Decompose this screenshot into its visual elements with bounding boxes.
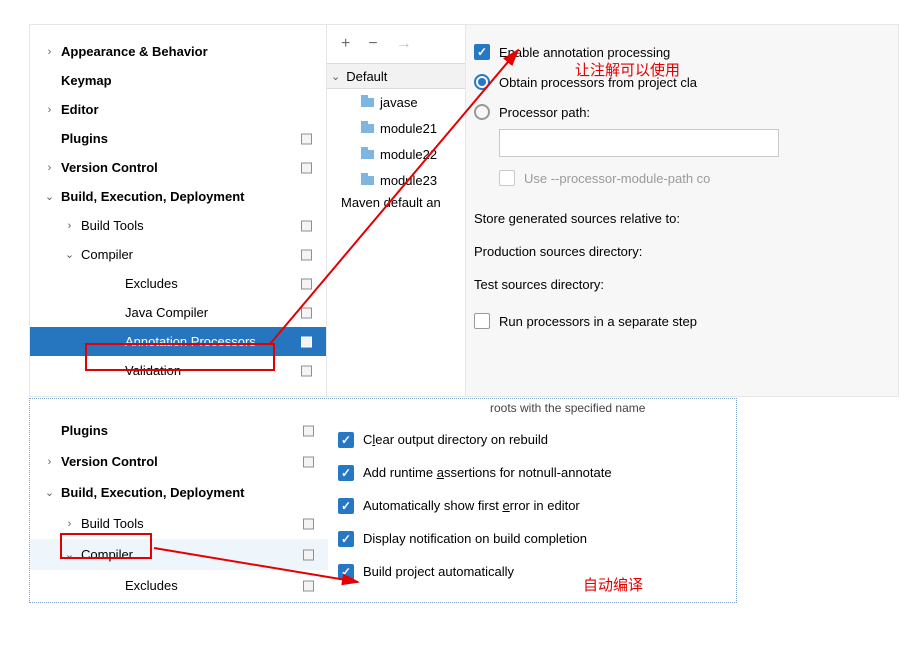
compiler-settings: roots with the specified name Clear outp… xyxy=(328,399,736,602)
use-processor-module-path-checkbox[interactable] xyxy=(499,170,515,186)
test-sources-dir-label: Test sources directory: xyxy=(474,277,898,292)
tree-editor[interactable]: › Editor xyxy=(30,95,326,124)
chevron-down-icon: ⌄ xyxy=(64,548,75,561)
module-toolbar: + − → xyxy=(327,25,465,63)
context-hint: roots with the specified name xyxy=(330,401,736,423)
tree-excludes[interactable]: Excludes xyxy=(30,269,326,298)
run-processors-separate-row: Run processors in a separate step xyxy=(474,306,898,336)
add-runtime-assertions-row: Add runtime assertions for notnull-annot… xyxy=(330,456,736,489)
module-item[interactable]: module21 xyxy=(327,115,465,141)
tree-compiler[interactable]: ⌄ Compiler xyxy=(30,240,326,269)
chevron-down-icon: ⌄ xyxy=(44,486,55,499)
tree-compiler[interactable]: ⌄ Compiler xyxy=(30,539,328,570)
folder-icon xyxy=(361,150,374,159)
obtain-processors-classpath-radio[interactable] xyxy=(474,74,490,90)
settings-panel-bottom: Plugins › Version Control ⌄ Build, Execu… xyxy=(29,398,737,603)
enable-annotation-processing-row: Enable annotation processing xyxy=(474,37,898,67)
clear-output-label: Clear output directory on rebuild xyxy=(363,432,548,447)
add-icon[interactable]: + xyxy=(341,36,350,52)
add-runtime-assertions-label: Add runtime assertions for notnull-annot… xyxy=(363,465,612,480)
project-level-icon xyxy=(301,278,312,289)
processor-path-radio[interactable] xyxy=(474,104,490,120)
tree-version-control[interactable]: › Version Control xyxy=(30,153,326,182)
folder-icon xyxy=(361,98,374,107)
module-group-maven[interactable]: Maven default an xyxy=(327,195,465,210)
module-list: ⌄ Default javase module21 module22 xyxy=(327,63,465,210)
chevron-right-icon: › xyxy=(64,220,75,232)
enable-annotation-processing-label: Enable annotation processing xyxy=(499,45,670,60)
settings-panel-top: › Appearance & Behavior Keymap › Editor … xyxy=(29,24,899,397)
settings-tree-top: › Appearance & Behavior Keymap › Editor … xyxy=(30,25,326,396)
tree-build-tools[interactable]: › Build Tools xyxy=(30,508,328,539)
run-processors-separate-checkbox[interactable] xyxy=(474,313,490,329)
auto-show-error-checkbox[interactable] xyxy=(338,498,354,514)
tree-plugins[interactable]: Plugins xyxy=(30,415,328,446)
module-item[interactable]: javase xyxy=(327,89,465,115)
tree-excludes[interactable]: Excludes xyxy=(30,570,328,601)
tree-build-execution-deployment[interactable]: ⌄ Build, Execution, Deployment xyxy=(30,477,328,508)
tree-keymap[interactable]: Keymap xyxy=(30,66,326,95)
auto-show-error-row: Automatically show first error in editor xyxy=(330,489,736,522)
chevron-down-icon: ⌄ xyxy=(331,70,340,83)
tree-validation[interactable]: Validation xyxy=(30,356,326,385)
module-item[interactable]: module22 xyxy=(327,141,465,167)
obtain-processors-classpath-row: Obtain processors from project cla xyxy=(474,67,898,97)
display-notification-label: Display notification on build completion xyxy=(363,531,587,546)
settings-tree-bottom: Plugins › Version Control ⌄ Build, Execu… xyxy=(30,399,328,602)
clear-output-row: Clear output directory on rebuild xyxy=(330,423,736,456)
tree-plugins[interactable]: Plugins xyxy=(30,124,326,153)
clear-output-checkbox[interactable] xyxy=(338,432,354,448)
tree-java-compiler[interactable]: Java Compiler xyxy=(30,298,326,327)
build-automatically-row: Build project automatically xyxy=(330,555,736,588)
use-processor-module-path-row: Use --processor-module-path co xyxy=(499,163,898,193)
auto-show-error-label: Automatically show first error in editor xyxy=(363,498,580,513)
project-level-icon xyxy=(303,456,314,467)
chevron-right-icon: › xyxy=(44,162,55,174)
project-level-icon xyxy=(303,580,314,591)
build-automatically-label: Build project automatically xyxy=(363,564,514,579)
annotation-text-autobuild: 自动编译 xyxy=(583,574,643,595)
project-level-icon xyxy=(301,133,312,144)
module-group-default[interactable]: ⌄ Default xyxy=(327,63,465,89)
display-notification-row: Display notification on build completion xyxy=(330,522,736,555)
module-item[interactable]: module23 xyxy=(327,167,465,193)
tree-appearance-behavior[interactable]: › Appearance & Behavior xyxy=(30,37,326,66)
display-notification-checkbox[interactable] xyxy=(338,531,354,547)
annotation-text-enable: 让注解可以使用 xyxy=(575,59,680,80)
project-level-icon xyxy=(301,307,312,318)
project-level-icon xyxy=(303,549,314,560)
add-runtime-assertions-checkbox[interactable] xyxy=(338,465,354,481)
project-level-icon xyxy=(303,518,314,529)
chevron-down-icon: ⌄ xyxy=(44,190,55,203)
store-sources-label: Store generated sources relative to: xyxy=(474,211,898,226)
annotation-processor-settings: Enable annotation processing Obtain proc… xyxy=(466,25,898,396)
project-level-icon xyxy=(303,425,314,436)
folder-icon xyxy=(361,124,374,133)
chevron-right-icon: › xyxy=(44,104,55,116)
processor-path-row: Processor path: xyxy=(474,97,898,127)
project-level-icon xyxy=(301,249,312,260)
remove-icon[interactable]: − xyxy=(368,36,377,52)
tree-build-tools[interactable]: › Build Tools xyxy=(30,211,326,240)
chevron-right-icon: › xyxy=(64,518,75,530)
tree-version-control[interactable]: › Version Control xyxy=(30,446,328,477)
tree-build-execution-deployment[interactable]: ⌄ Build, Execution, Deployment xyxy=(30,182,326,211)
project-level-icon xyxy=(301,220,312,231)
chevron-right-icon: › xyxy=(44,456,55,468)
enable-annotation-processing-checkbox[interactable] xyxy=(474,44,490,60)
move-icon: → xyxy=(396,36,412,52)
project-level-icon xyxy=(301,365,312,376)
processor-path-input[interactable] xyxy=(499,129,779,157)
build-automatically-checkbox[interactable] xyxy=(338,564,354,580)
project-level-icon xyxy=(301,162,312,173)
chevron-right-icon: › xyxy=(44,46,55,58)
folder-icon xyxy=(361,176,374,185)
chevron-down-icon: ⌄ xyxy=(64,248,75,261)
module-list-panel: + − → ⌄ Default javase module21 xyxy=(326,25,466,396)
project-level-icon xyxy=(301,336,312,347)
tree-annotation-processors[interactable]: Annotation Processors xyxy=(30,327,326,356)
production-sources-dir-label: Production sources directory: xyxy=(474,244,898,259)
